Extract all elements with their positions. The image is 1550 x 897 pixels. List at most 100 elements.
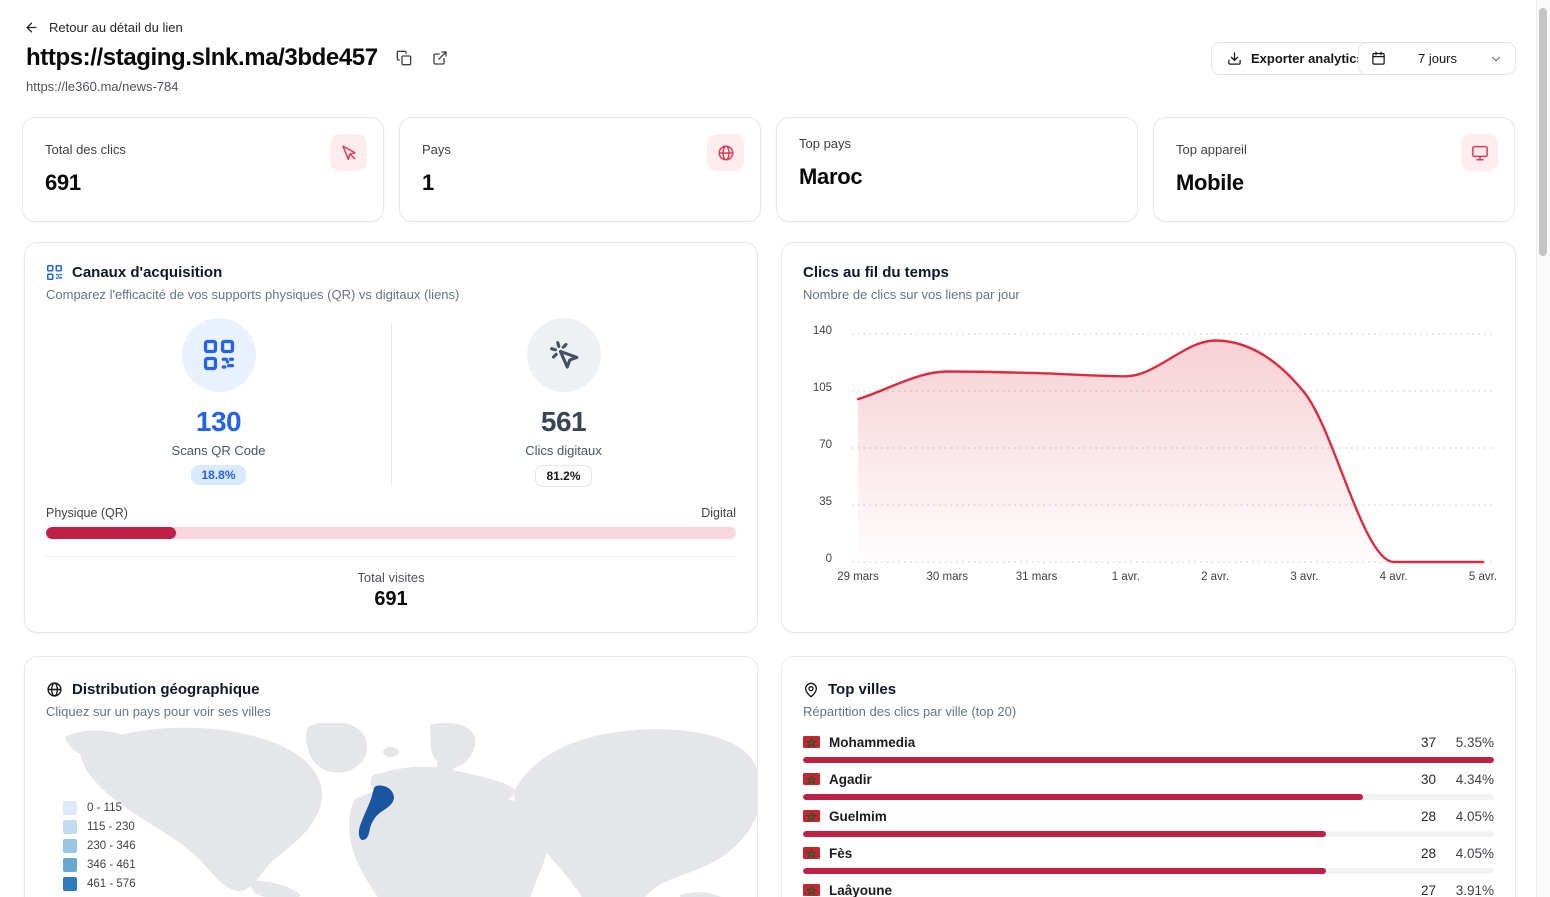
stat-card-total-clicks: Total des clics 691 xyxy=(22,117,384,222)
legend-label: 461 - 576 xyxy=(87,878,136,890)
clicks-line-chart xyxy=(852,332,1492,560)
morocco-flag-icon xyxy=(803,847,820,859)
channels-title: Canaux d'acquisition xyxy=(72,264,222,281)
back-link-label: Retour au détail du lien xyxy=(49,20,183,35)
stat-value: Mobile xyxy=(1176,170,1492,196)
qr-channel-column: 130 Scans QR Code 18.8% xyxy=(46,318,391,487)
city-count: 27 xyxy=(1402,883,1436,897)
x-tick-label: 4 avr. xyxy=(1359,571,1429,583)
qr-scans-label: Scans QR Code xyxy=(172,443,266,458)
copy-link-button[interactable] xyxy=(394,48,414,68)
export-analytics-label: Exporter analytics xyxy=(1251,51,1364,66)
qr-code-icon xyxy=(46,264,63,281)
stat-value: 1 xyxy=(422,170,738,196)
scrollbar-track[interactable] xyxy=(1536,0,1550,897)
monitor-icon xyxy=(1461,134,1498,171)
city-percent: 3.91% xyxy=(1436,883,1494,897)
geo-subtitle: Cliquez sur un pays pour voir ses villes xyxy=(46,704,736,719)
digital-percent-badge: 81.2% xyxy=(535,465,591,487)
geo-distribution-card: Distribution géographique Cliquez sur un… xyxy=(24,656,758,897)
divider xyxy=(46,556,736,557)
qr-scans-value: 130 xyxy=(196,406,241,438)
stat-card-top-device: Top appareil Mobile xyxy=(1153,117,1515,222)
scrollbar-thumb[interactable] xyxy=(1539,8,1547,256)
morocco-flag-icon xyxy=(803,884,820,896)
qr-progress-fill xyxy=(46,527,176,539)
stat-label: Top appareil xyxy=(1176,142,1492,157)
chart-title: Clics au fil du temps xyxy=(803,264,949,281)
city-percent: 4.05% xyxy=(1436,846,1494,861)
divider xyxy=(391,324,392,485)
morocco-flag-icon xyxy=(803,736,820,748)
city-bar xyxy=(803,794,1494,800)
cities-title: Top villes xyxy=(828,681,896,698)
city-bar xyxy=(803,757,1494,763)
city-name: Guelmim xyxy=(829,809,1402,824)
city-list: Mohammedia375.35%Agadir304.34%Guelmim284… xyxy=(803,733,1494,897)
x-tick-label: 31 mars xyxy=(1002,571,1072,583)
city-percent: 5.35% xyxy=(1436,735,1494,750)
y-tick-label: 140 xyxy=(792,325,832,337)
city-count: 28 xyxy=(1402,809,1436,824)
city-percent: 4.34% xyxy=(1436,772,1494,787)
city-name: Agadir xyxy=(829,772,1402,787)
qr-code-icon xyxy=(182,318,256,392)
page-title: https://staging.slnk.ma/3bde457 xyxy=(26,44,378,72)
calendar-icon xyxy=(1371,51,1386,66)
destination-url: https://le360.ma/news-784 xyxy=(26,79,178,94)
city-row: Mohammedia375.35% xyxy=(803,733,1494,763)
stat-value: 691 xyxy=(45,170,361,196)
stat-label: Top pays xyxy=(799,136,1115,151)
city-row: Laâyoune273.91% xyxy=(803,881,1494,897)
city-row: Guelmim284.05% xyxy=(803,807,1494,837)
legend-swatch xyxy=(63,858,77,872)
date-range-value: 7 jours xyxy=(1386,51,1489,66)
city-bar xyxy=(803,831,1494,837)
export-analytics-button[interactable]: Exporter analytics xyxy=(1211,42,1380,75)
mouse-pointer-click-icon xyxy=(527,318,601,392)
city-row: Fès284.05% xyxy=(803,844,1494,874)
cities-subtitle: Répartition des clics par ville (top 20) xyxy=(803,704,1494,719)
legend-item: 461 - 576 xyxy=(63,877,136,891)
digital-label: Digital xyxy=(701,506,736,520)
digital-clicks-label: Clics digitaux xyxy=(525,443,602,458)
y-tick-label: 35 xyxy=(792,496,832,508)
analytics-page: Retour au détail du lien https://staging… xyxy=(0,0,1550,897)
qr-percent-badge: 18.8% xyxy=(191,465,245,485)
channels-subtitle: Comparez l'efficacité de vos supports ph… xyxy=(46,287,736,302)
map-pin-icon xyxy=(803,682,819,698)
map-legend: 0 - 115 115 - 230 230 - 346 346 - 461 46… xyxy=(63,801,136,891)
open-link-button[interactable] xyxy=(430,48,450,68)
physical-qr-label: Physique (QR) xyxy=(46,506,128,520)
acquisition-channels-card: Canaux d'acquisition Comparez l'efficaci… xyxy=(24,242,758,633)
legend-item: 230 - 346 xyxy=(63,839,136,853)
x-tick-label: 3 avr. xyxy=(1269,571,1339,583)
copy-icon xyxy=(396,50,412,66)
clicks-over-time-card: Clics au fil du temps Nombre de clics su… xyxy=(781,242,1516,633)
morocco-flag-icon xyxy=(803,810,820,822)
y-tick-label: 105 xyxy=(792,382,832,394)
city-name: Laâyoune xyxy=(829,883,1402,897)
date-range-select[interactable]: 7 jours xyxy=(1358,42,1516,75)
geo-title: Distribution géographique xyxy=(72,681,260,698)
globe-icon xyxy=(46,681,63,698)
city-count: 30 xyxy=(1402,772,1436,787)
legend-label: 115 - 230 xyxy=(87,821,135,833)
legend-swatch xyxy=(63,839,77,853)
download-icon xyxy=(1227,51,1242,66)
x-tick-label: 2 avr. xyxy=(1180,571,1250,583)
city-count: 37 xyxy=(1402,735,1436,750)
city-bar xyxy=(803,868,1494,874)
legend-swatch xyxy=(63,801,77,815)
x-tick-label: 1 avr. xyxy=(1091,571,1161,583)
digital-channel-column: 561 Clics digitaux 81.2% xyxy=(391,318,736,487)
stat-label: Pays xyxy=(422,142,738,157)
external-link-icon xyxy=(432,50,448,66)
stat-value: Maroc xyxy=(799,164,1115,190)
y-tick-label: 0 xyxy=(792,553,832,565)
stat-card-countries: Pays 1 xyxy=(399,117,761,222)
x-tick-label: 30 mars xyxy=(912,571,982,583)
back-link[interactable]: Retour au détail du lien xyxy=(24,20,183,35)
y-tick-label: 70 xyxy=(792,439,832,451)
legend-item: 346 - 461 xyxy=(63,858,136,872)
